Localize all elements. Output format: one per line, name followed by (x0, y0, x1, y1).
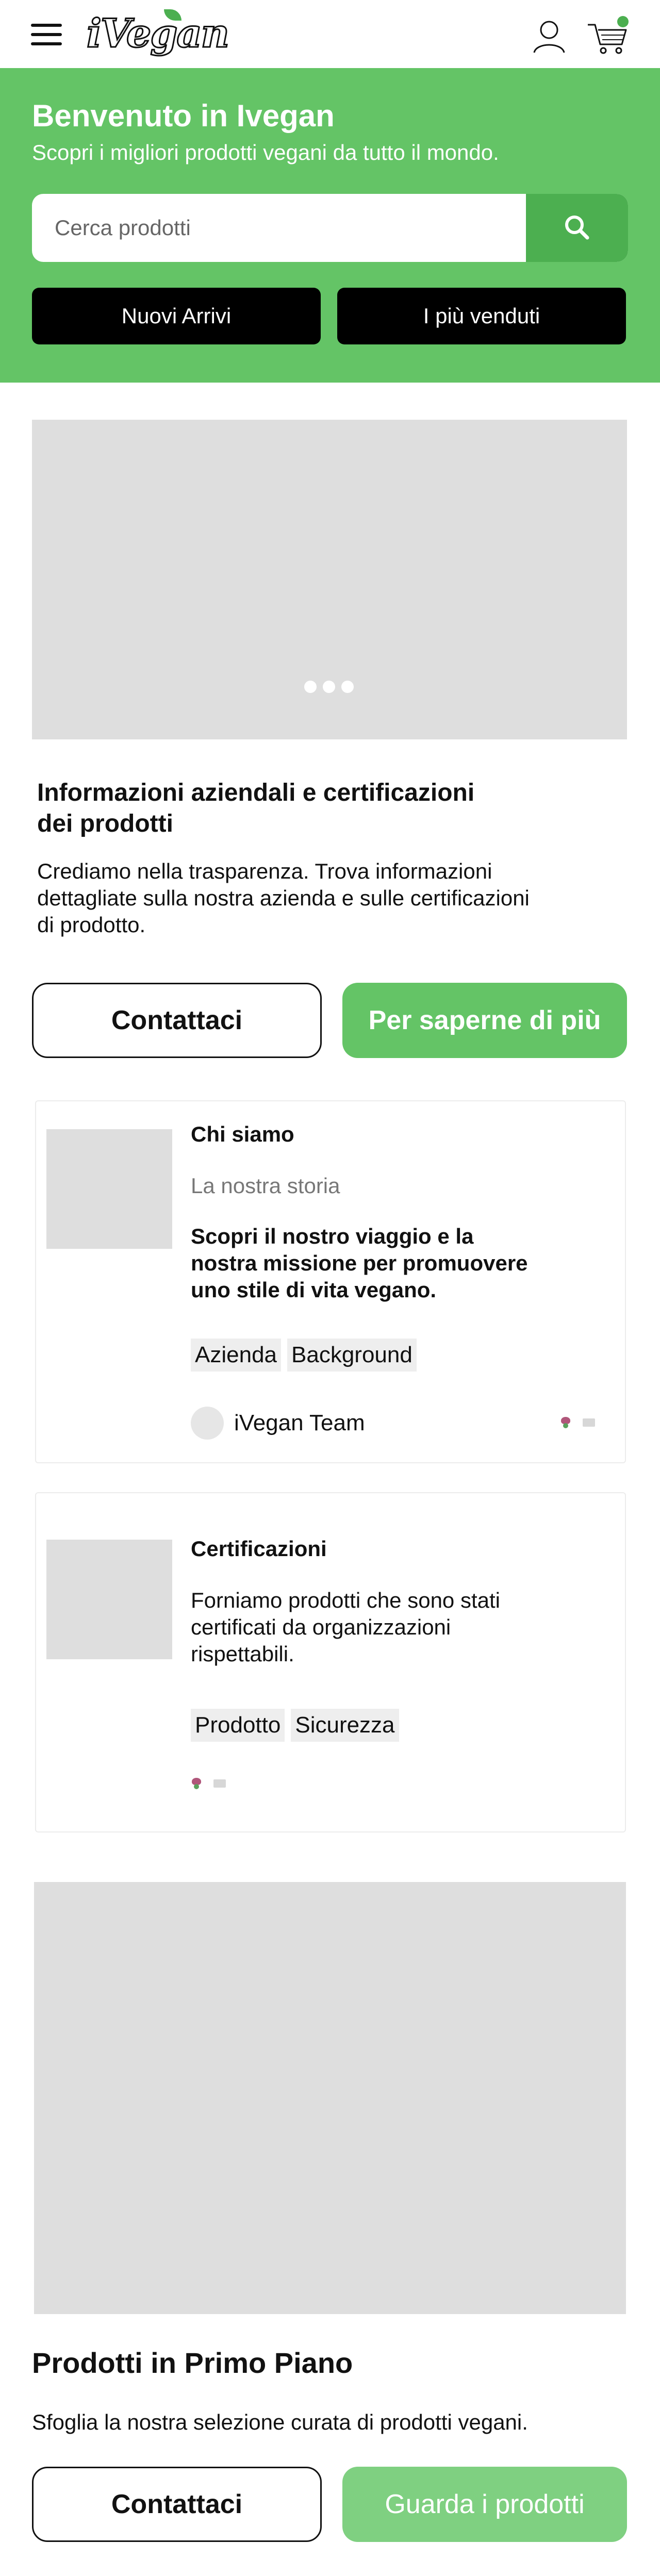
mail-icon (583, 1418, 595, 1427)
card-body-line: rispettabili. (191, 1642, 294, 1666)
featured-section-text: Sfoglia la nostra selezione curata di pr… (32, 2410, 528, 2434)
hero-banner: Benvenuto in Ivegan Scopri i migliori pr… (0, 68, 660, 383)
info-section-text: Crediamo nella trasparenza. Trova inform… (37, 858, 530, 938)
card-body-line: nostra missione per promuovere (191, 1251, 528, 1275)
view-products-button[interactable]: Guarda i prodotti (342, 2467, 627, 2542)
best-sellers-button[interactable]: I più venduti (337, 288, 626, 344)
hamburger-menu-icon[interactable] (31, 24, 62, 45)
learn-more-button[interactable]: Per saperne di più (342, 983, 627, 1058)
certifications-card[interactable]: Certificazioni Forniamo prodotti che son… (35, 1492, 626, 1832)
card-body-line: Scopri il nostro viaggio e la (191, 1224, 474, 1248)
info-text-line: Crediamo nella trasparenza. Trova inform… (37, 859, 492, 883)
ivegan-logo[interactable]: iVegan (86, 5, 230, 62)
info-section-title: Informazioni aziendali e certificazioni … (37, 778, 474, 839)
info-text-line: di prodotto. (37, 913, 146, 937)
search-bar (32, 194, 628, 262)
author-name: iVegan Team (234, 1410, 365, 1435)
info-text-line: dettagliate sulla nostra azienda e sulle… (37, 886, 530, 910)
hero-title: Benvenuto in Ivegan (32, 98, 335, 133)
featured-section-title: Prodotti in Primo Piano (32, 2347, 353, 2379)
info-title-line: Informazioni aziendali e certificazioni (37, 779, 475, 806)
card-mini-icons (191, 1778, 226, 1789)
search-icon (565, 215, 589, 239)
card-title: Chi siamo (191, 1122, 294, 1146)
card-tags: Azienda Background (191, 1339, 417, 1372)
author-avatar (191, 1407, 224, 1440)
mail-icon (213, 1779, 226, 1788)
card-image-placeholder (46, 1129, 172, 1249)
card-body-line: Forniamo prodotti che sono stati (191, 1588, 500, 1612)
user-icon[interactable] (531, 19, 567, 55)
about-us-card[interactable]: Chi siamo La nostra storia Scopri il nos… (35, 1100, 626, 1463)
contact-button[interactable]: Contattaci (32, 983, 322, 1058)
tag-sicurezza[interactable]: Sicurezza (291, 1709, 399, 1742)
cart-icon[interactable] (586, 15, 632, 57)
cart-badge (617, 16, 629, 27)
card-author: iVegan Team (191, 1407, 365, 1440)
card-body-line: uno stile di vita vegano. (191, 1278, 437, 1302)
featured-image-placeholder[interactable] (34, 1882, 626, 2314)
carousel-dot[interactable] (304, 681, 317, 693)
tag-prodotto[interactable]: Prodotto (191, 1709, 285, 1742)
tag-azienda[interactable]: Azienda (191, 1339, 282, 1372)
carousel-dot[interactable] (341, 681, 354, 693)
card-image-placeholder (46, 1540, 172, 1659)
new-arrivals-button[interactable]: Nuovi Arrivi (32, 288, 321, 344)
hero-subtitle: Scopri i migliori prodotti vegani da tut… (32, 140, 499, 164)
card-body-line: certificati da organizzazioni (191, 1615, 451, 1639)
flower-icon (560, 1417, 571, 1428)
card-tags: Prodotto Sicurezza (191, 1709, 399, 1742)
card-subtitle: La nostra storia (191, 1174, 340, 1198)
contact-button[interactable]: Contattaci (32, 2467, 322, 2542)
card-body: Scopri il nostro viaggio e la nostra mis… (191, 1223, 583, 1303)
flower-icon (191, 1778, 202, 1789)
card-body: Forniamo prodotti che sono stati certifi… (191, 1587, 583, 1667)
tag-background[interactable]: Background (287, 1339, 417, 1372)
card-title: Certificazioni (191, 1537, 327, 1561)
search-button[interactable] (526, 194, 628, 262)
card-mini-icons (560, 1417, 595, 1428)
carousel-dot[interactable] (323, 681, 335, 693)
carousel-dots (304, 681, 354, 693)
info-title-line: dei prodotti (37, 810, 173, 837)
top-navigation-bar: iVegan (0, 0, 660, 68)
search-input[interactable] (32, 194, 522, 262)
